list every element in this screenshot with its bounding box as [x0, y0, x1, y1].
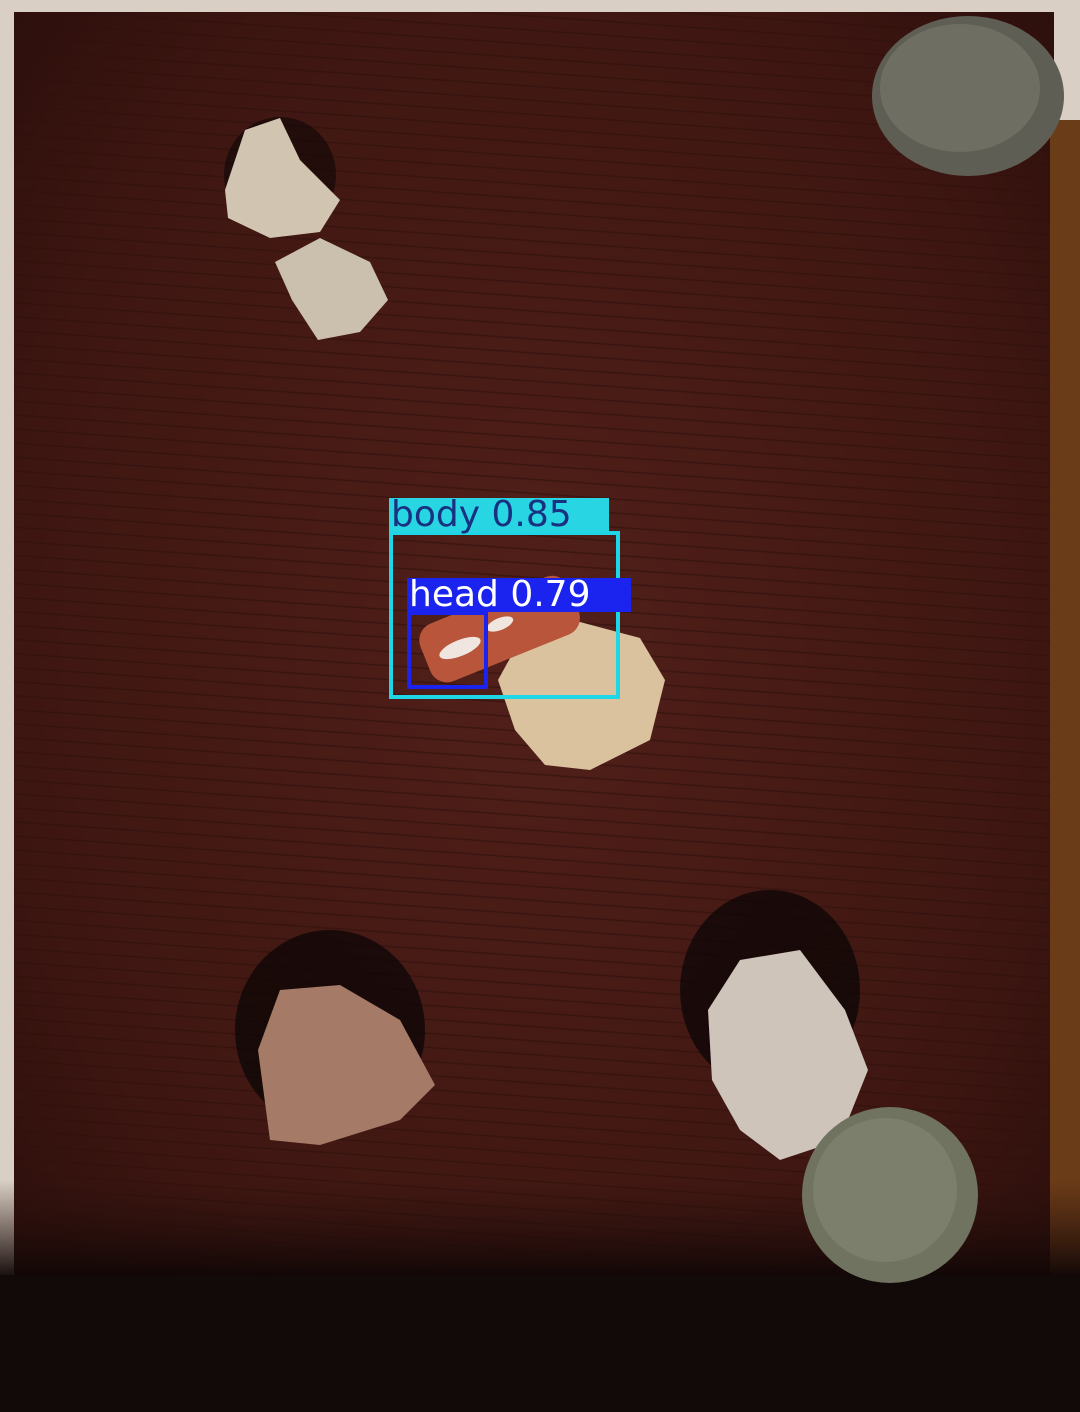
stone-top-right	[872, 16, 1064, 176]
arena-background	[0, 0, 1080, 1412]
bottom-shadow	[0, 1275, 1080, 1412]
stone-bottom-right-grey	[802, 1107, 978, 1283]
head-detection-label: head 0.79	[407, 577, 631, 613]
head-bounding-box	[407, 611, 488, 689]
detection-frame: body 0.85 head 0.79	[0, 0, 1080, 1412]
body-detection-label: body 0.85	[389, 497, 609, 533]
